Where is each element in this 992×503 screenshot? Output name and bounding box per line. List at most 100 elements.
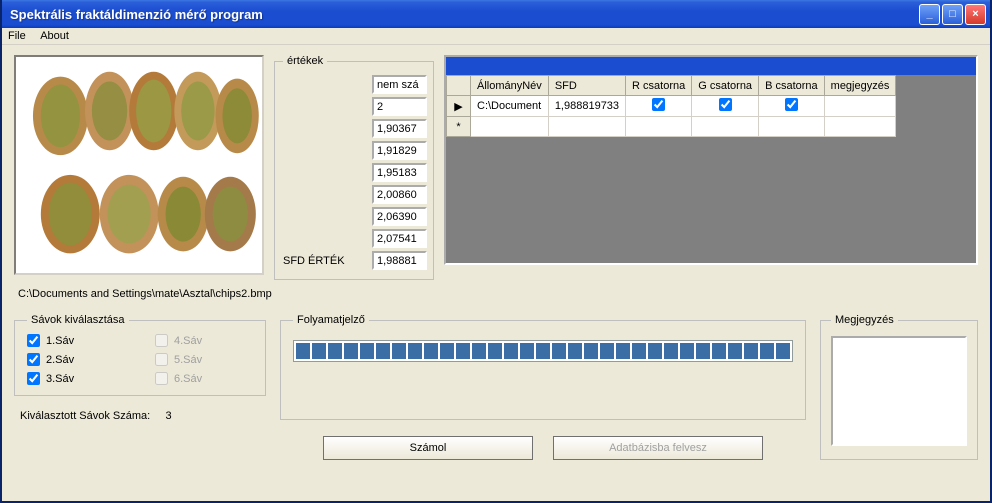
g-checkbox[interactable]	[719, 98, 732, 111]
client-area: értékek SFD ÉRTÉK ÁllományNév SFD R csat…	[2, 45, 990, 470]
maximize-button[interactable]: □	[942, 4, 963, 25]
progress-segment	[584, 343, 598, 359]
bands-group: Sávok kiválasztása 1.Sáv 4.Sáv 2.Sáv 5.Sáv 3…	[14, 314, 266, 396]
col-g[interactable]: G csatorna	[692, 76, 759, 96]
progress-segment	[776, 343, 790, 359]
progress-segment	[520, 343, 534, 359]
progress-segment	[568, 343, 582, 359]
value-box-3[interactable]	[372, 141, 427, 160]
minimize-button[interactable]: _	[919, 4, 940, 25]
progress-segment	[440, 343, 454, 359]
band-5-label: 5.Sáv	[174, 354, 202, 366]
progress-segment	[616, 343, 630, 359]
progress-segment	[744, 343, 758, 359]
progress-segment	[648, 343, 662, 359]
col-sfd[interactable]: SFD	[548, 76, 625, 96]
menu-file[interactable]: File	[8, 30, 26, 42]
window-buttons: _ □ ×	[919, 4, 986, 25]
band-6-checkbox	[155, 372, 168, 385]
progress-segment	[312, 343, 326, 359]
band-5-checkbox	[155, 353, 168, 366]
menu-bar: File About	[2, 28, 990, 45]
file-path: C:\Documents and Settings\mate\Asztal\ch…	[18, 288, 974, 300]
band-3[interactable]: 3.Sáv	[27, 372, 125, 385]
progress-segment	[392, 343, 406, 359]
grid-titlebar	[446, 57, 976, 75]
progress-segment	[504, 343, 518, 359]
band-4-label: 4.Sáv	[174, 335, 202, 347]
titlebar: Spektrális fraktáldimenzió mérő program …	[2, 0, 990, 28]
cell-sfd[interactable]: 1,988819733	[548, 96, 625, 117]
progress-segment	[488, 343, 502, 359]
new-row-indicator: *	[447, 117, 471, 137]
band-1-label: 1.Sáv	[46, 335, 74, 347]
progress-segment	[408, 343, 422, 359]
calculate-button[interactable]: Számol	[323, 436, 533, 460]
progress-segment	[632, 343, 646, 359]
value-box-5[interactable]	[372, 185, 427, 204]
value-box-4[interactable]	[372, 163, 427, 182]
progress-segment	[456, 343, 470, 359]
b-checkbox[interactable]	[785, 98, 798, 111]
progress-segment	[296, 343, 310, 359]
value-box-6[interactable]	[372, 207, 427, 226]
grid-corner	[447, 76, 471, 96]
progress-segment	[664, 343, 678, 359]
row-indicator: ▶	[447, 96, 471, 117]
progress-group: Folyamatjelző	[280, 314, 806, 420]
col-r[interactable]: R csatorna	[626, 76, 692, 96]
bands-legend: Sávok kiválasztása	[27, 314, 129, 326]
progress-segment	[536, 343, 550, 359]
data-grid[interactable]: ÁllományNév SFD R csatorna G csatorna B …	[444, 55, 978, 265]
progress-legend: Folyamatjelző	[293, 314, 369, 326]
value-box-7[interactable]	[372, 229, 427, 248]
cell-r[interactable]	[626, 96, 692, 117]
add-to-db-button[interactable]: Adatbázisba felvesz	[553, 436, 763, 460]
values-legend: értékek	[283, 55, 327, 67]
menu-about[interactable]: About	[40, 30, 69, 42]
progress-segment	[472, 343, 486, 359]
band-1-checkbox[interactable]	[27, 334, 40, 347]
progress-segment	[696, 343, 710, 359]
image-preview	[14, 55, 264, 275]
value-box-2[interactable]	[372, 119, 427, 138]
progress-segment	[600, 343, 614, 359]
progress-segment	[360, 343, 374, 359]
cell-megj[interactable]	[824, 96, 896, 117]
band-1[interactable]: 1.Sáv	[27, 334, 125, 347]
progress-segment	[552, 343, 566, 359]
value-box-8[interactable]	[372, 251, 427, 270]
col-megj[interactable]: megjegyzés	[824, 76, 896, 96]
table-row[interactable]: ▶ C:\Document 1,988819733	[447, 96, 896, 117]
band-6-label: 6.Sáv	[174, 373, 202, 385]
sfd-label: SFD ÉRTÉK	[283, 255, 366, 267]
selected-count-label: Kiválasztott Sávok Száma:	[20, 410, 150, 422]
progress-segment	[712, 343, 726, 359]
col-b[interactable]: B csatorna	[759, 76, 825, 96]
band-2-checkbox[interactable]	[27, 353, 40, 366]
band-6: 6.Sáv	[155, 372, 253, 385]
progress-segment	[728, 343, 742, 359]
table-new-row[interactable]: *	[447, 117, 896, 137]
cell-filenev[interactable]: C:\Document	[471, 96, 549, 117]
value-box-1[interactable]	[372, 97, 427, 116]
band-4: 4.Sáv	[155, 334, 253, 347]
band-3-checkbox[interactable]	[27, 372, 40, 385]
close-button[interactable]: ×	[965, 4, 986, 25]
cell-b[interactable]	[759, 96, 825, 117]
cell-g[interactable]	[692, 96, 759, 117]
progress-segment	[376, 343, 390, 359]
progress-segment	[328, 343, 342, 359]
value-box-0[interactable]	[372, 75, 427, 94]
band-4-checkbox	[155, 334, 168, 347]
r-checkbox[interactable]	[652, 98, 665, 111]
grid-table: ÁllományNév SFD R csatorna G csatorna B …	[446, 75, 896, 137]
band-2[interactable]: 2.Sáv	[27, 353, 125, 366]
band-2-label: 2.Sáv	[46, 354, 74, 366]
progress-bar	[293, 340, 793, 362]
note-legend: Megjegyzés	[831, 314, 898, 326]
note-textarea[interactable]	[831, 336, 967, 446]
grid-header-row: ÁllományNév SFD R csatorna G csatorna B …	[447, 76, 896, 96]
progress-segment	[344, 343, 358, 359]
col-allomanynev[interactable]: ÁllományNév	[471, 76, 549, 96]
